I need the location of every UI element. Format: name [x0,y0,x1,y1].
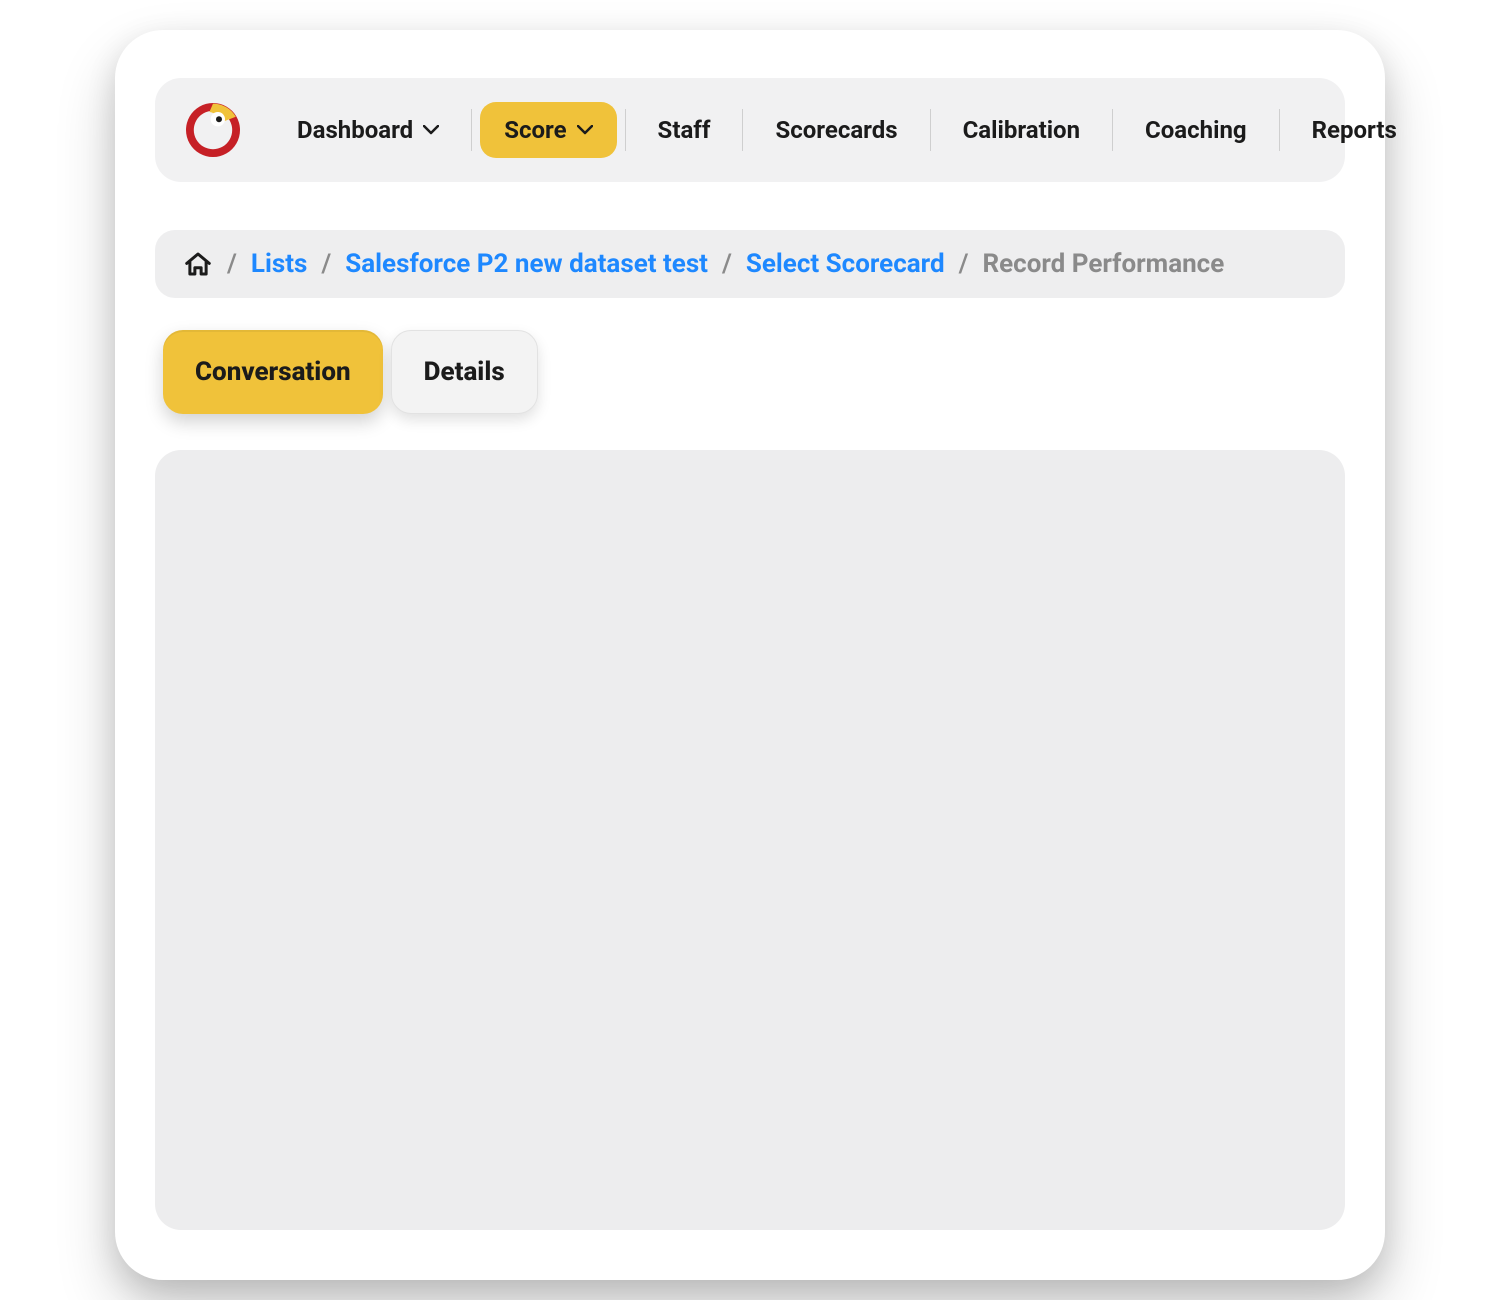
tab-label: Conversation [195,357,351,387]
tab-details[interactable]: Details [391,330,538,414]
breadcrumb-separator: / [227,249,237,279]
top-nav: Dashboard Score Staff Scorecards [155,78,1345,182]
nav-item-label: Calibration [963,116,1080,144]
nav-item-dashboard[interactable]: Dashboard [273,102,463,158]
home-icon[interactable] [183,249,213,279]
nav-separator [1112,109,1113,151]
nav-item-coaching[interactable]: Coaching [1121,102,1271,158]
breadcrumb-link-dataset[interactable]: Salesforce P2 new dataset test [345,249,708,279]
nav-separator [930,109,931,151]
tabs: Conversation Details [155,330,1345,414]
content-panel [155,450,1345,1230]
nav-separator [471,109,472,151]
nav-separator [625,109,626,151]
nav-item-label: Reports [1312,116,1397,144]
chevron-down-icon [577,125,593,135]
tab-label: Details [424,357,505,387]
nav-item-calibration[interactable]: Calibration [939,102,1104,158]
breadcrumb-current: Record Performance [982,249,1224,279]
nav-item-label: Coaching [1145,116,1247,144]
nav-separator [1279,109,1280,151]
breadcrumb-separator: / [722,249,732,279]
breadcrumb-link-select-scorecard[interactable]: Select Scorecard [746,249,945,279]
chevron-down-icon [423,125,439,135]
nav-item-label: Dashboard [297,116,413,144]
nav-item-label: Score [504,116,566,144]
nav-item-reports[interactable]: Reports [1288,102,1421,158]
nav-item-label: Staff [658,116,711,144]
app-card: Dashboard Score Staff Scorecards [115,30,1385,1280]
breadcrumb: / Lists / Salesforce P2 new dataset test… [155,230,1345,298]
nav-separator [742,109,743,151]
nav-item-score[interactable]: Score [480,102,616,158]
brand-logo-icon [183,100,243,160]
nav-item-label: Scorecards [775,116,897,144]
breadcrumb-link-lists[interactable]: Lists [251,249,307,279]
breadcrumb-separator: / [959,249,969,279]
breadcrumb-separator: / [321,249,331,279]
nav-item-scorecards[interactable]: Scorecards [751,102,921,158]
nav-item-staff[interactable]: Staff [634,102,735,158]
tab-conversation[interactable]: Conversation [163,330,383,414]
